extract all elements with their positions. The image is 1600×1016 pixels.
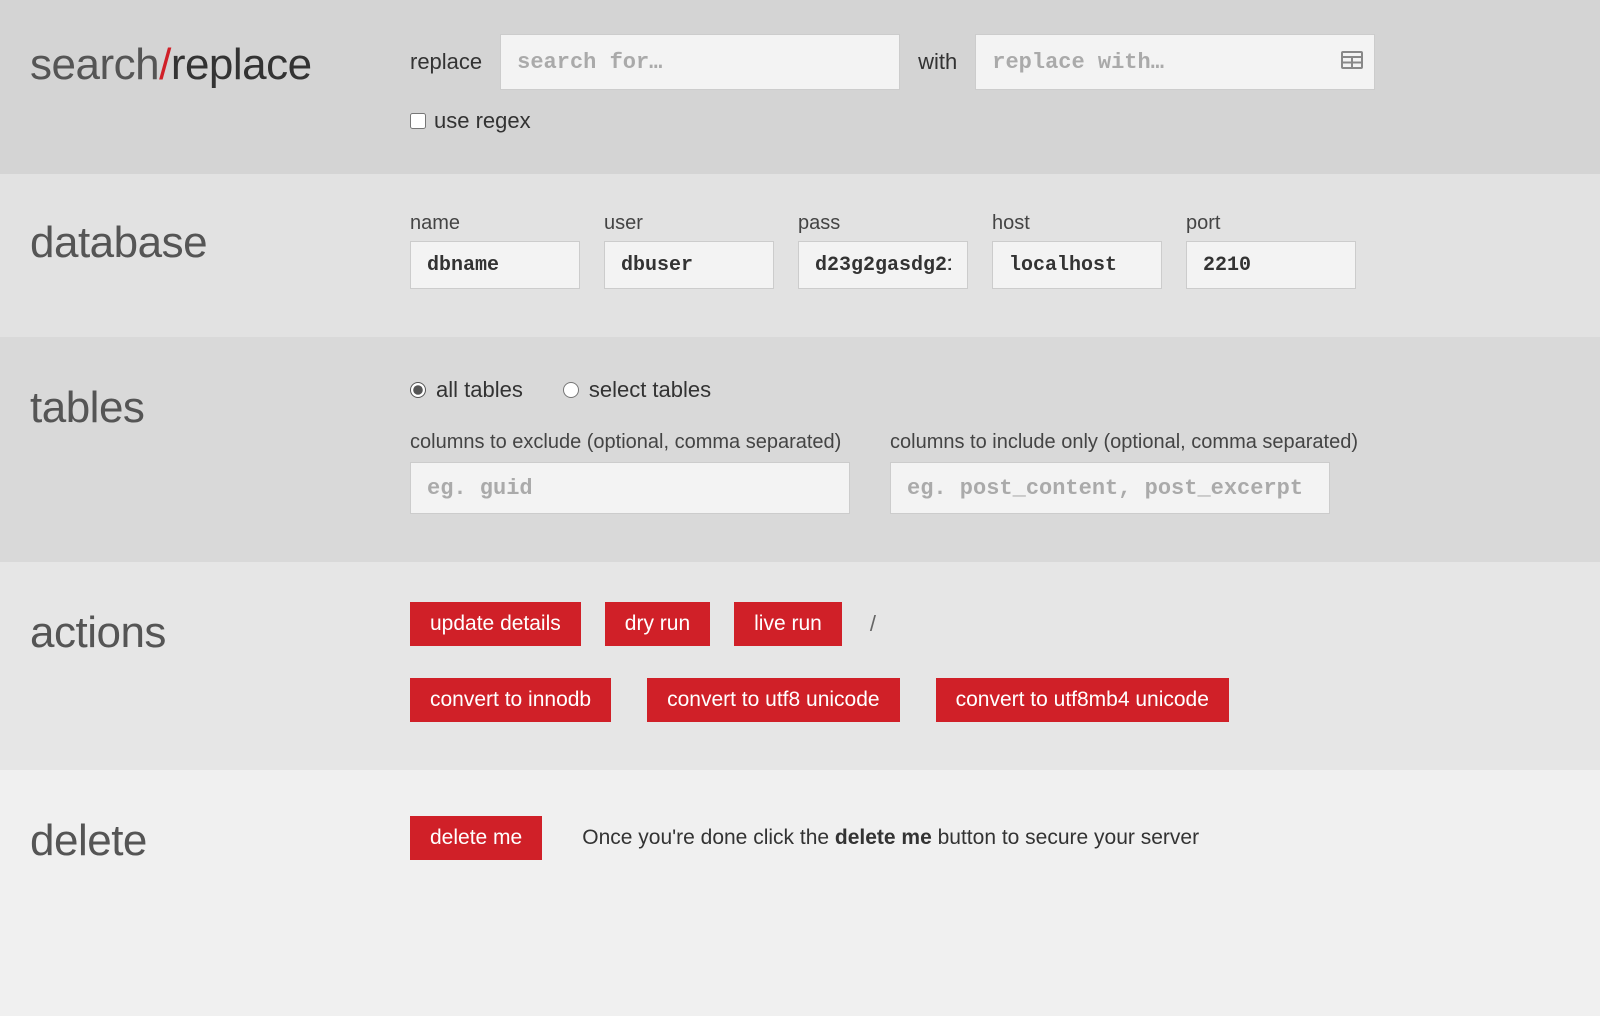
logo-slash: /: [159, 40, 171, 89]
section-database: database name user pass host port: [0, 174, 1600, 337]
logo-search-text: search: [30, 40, 159, 89]
logo-replace-text: replace: [171, 40, 312, 89]
delete-title: delete: [30, 810, 410, 866]
db-field-user: user: [604, 212, 774, 289]
db-host-input[interactable]: [992, 241, 1162, 289]
section-tables: tables all tables select tables columns …: [0, 337, 1600, 562]
db-field-host: host: [992, 212, 1162, 289]
db-pass-label: pass: [798, 212, 968, 235]
db-pass-input[interactable]: [798, 241, 968, 289]
db-name-label: name: [410, 212, 580, 235]
exclude-block: columns to exclude (optional, comma sepa…: [410, 431, 850, 514]
with-label: with: [918, 49, 957, 75]
select-tables-radio[interactable]: [563, 382, 579, 398]
db-user-input[interactable]: [604, 241, 774, 289]
tables-title: tables: [30, 377, 410, 514]
section-actions: actions update details dry run live run …: [0, 562, 1600, 770]
replace-label: replace: [410, 49, 482, 75]
include-block: columns to include only (optional, comma…: [890, 431, 1358, 514]
db-host-label: host: [992, 212, 1162, 235]
convert-utf8-button[interactable]: convert to utf8 unicode: [647, 678, 899, 722]
section-search-replace: search/replace replace with use regex: [0, 0, 1600, 174]
dry-run-button[interactable]: dry run: [605, 602, 710, 646]
delete-me-button[interactable]: delete me: [410, 816, 542, 860]
all-tables-radio[interactable]: [410, 382, 426, 398]
database-title: database: [30, 212, 410, 289]
db-field-pass: pass: [798, 212, 968, 289]
db-port-input[interactable]: [1186, 241, 1356, 289]
db-field-port: port: [1186, 212, 1356, 289]
replace-input-wrap: [975, 34, 1375, 90]
section-delete: delete delete me Once you're done click …: [0, 770, 1600, 926]
db-name-input[interactable]: [410, 241, 580, 289]
delete-instruction: Once you're done click the delete me but…: [582, 826, 1199, 850]
db-field-name: name: [410, 212, 580, 289]
exclude-input[interactable]: [410, 462, 850, 514]
replace-input[interactable]: [975, 34, 1375, 90]
regex-checkbox[interactable]: [410, 113, 426, 129]
actions-separator: /: [866, 611, 880, 637]
form-icon[interactable]: [1341, 49, 1363, 75]
exclude-label: columns to exclude (optional, comma sepa…: [410, 431, 850, 454]
select-tables-label: select tables: [589, 377, 711, 403]
convert-utf8mb4-button[interactable]: convert to utf8mb4 unicode: [936, 678, 1229, 722]
live-run-button[interactable]: live run: [734, 602, 842, 646]
update-details-button[interactable]: update details: [410, 602, 581, 646]
include-label: columns to include only (optional, comma…: [890, 431, 1358, 454]
db-user-label: user: [604, 212, 774, 235]
regex-label: use regex: [434, 108, 531, 134]
search-input[interactable]: [500, 34, 900, 90]
all-tables-label: all tables: [436, 377, 523, 403]
db-port-label: port: [1186, 212, 1356, 235]
logo: search/replace: [30, 34, 410, 134]
include-input[interactable]: [890, 462, 1330, 514]
convert-innodb-button[interactable]: convert to innodb: [410, 678, 611, 722]
actions-title: actions: [30, 602, 410, 722]
